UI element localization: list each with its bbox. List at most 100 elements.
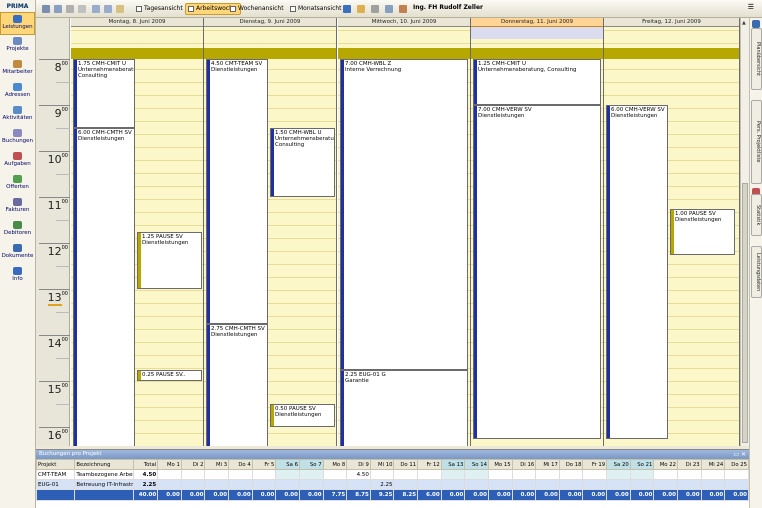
settings-icon[interactable]	[371, 5, 379, 13]
appointment[interactable]: 1.75 CMH-CMIT UUnternehmensberatung, Con…	[73, 59, 135, 128]
sidebar-item-dokumente[interactable]: Dokumente	[0, 242, 35, 265]
sidebar-item-projekte[interactable]: Projekte	[0, 35, 35, 58]
column-header[interactable]: Di 23	[676, 459, 702, 470]
day-header[interactable]: Montag, 8. Juni 2009	[71, 18, 203, 27]
column-header[interactable]: Sa 20	[606, 459, 631, 470]
column-header[interactable]: Di 16	[511, 459, 537, 470]
appointment[interactable]: 4.50 CMT-TEAM SV Dienstleistungen	[206, 59, 268, 324]
table-cell	[298, 469, 324, 480]
column-header[interactable]: Mi 3	[204, 459, 230, 470]
scroll-up-icon[interactable]: ▲	[742, 20, 746, 26]
appointment[interactable]: 1.50 CMH-WBL UUnternehmensberatung, Cons…	[270, 128, 335, 197]
copy-icon[interactable]	[54, 5, 62, 13]
appointment[interactable]: 0.25 PAUSE SV..	[137, 369, 202, 381]
column-header[interactable]: Mo 1	[157, 459, 182, 470]
column-header[interactable]: Di 2	[180, 459, 206, 470]
column-header[interactable]: Fr 19	[582, 459, 608, 470]
column-header[interactable]: Do 4	[228, 459, 253, 470]
appointment[interactable]: 6.00 CMH-VERW SV Dienstleistungen	[606, 105, 668, 439]
appointment-description: Unternehmensberatung, Consulting	[275, 136, 334, 149]
user-icon[interactable]	[399, 5, 407, 13]
sidebar-item-debitoren[interactable]: Debitoren	[0, 219, 35, 242]
scrollbar-thumb[interactable]	[742, 183, 748, 443]
day-header[interactable]: Mittwoch, 10. Juni 2009	[338, 18, 470, 27]
right-tab-statistik[interactable]: Statistik	[751, 194, 762, 236]
sidebar-item-mitarbeiter[interactable]: Mitarbeiter	[0, 58, 35, 81]
day-column-1[interactable]: Dienstag, 9. Juni 2009 4.50 CMT-TEAM SV Di…	[204, 18, 337, 446]
column-header[interactable]: Do 11	[393, 459, 419, 470]
plan-icon[interactable]	[752, 20, 760, 28]
column-header[interactable]: Mi 17	[535, 459, 560, 470]
day-header[interactable]: Dienstag, 9. Juni 2009	[204, 18, 336, 27]
column-header[interactable]: Fr 12	[417, 459, 442, 470]
appointment[interactable]: 2.25 EUG-01 G Garantie	[340, 369, 468, 446]
print-icon[interactable]	[116, 5, 124, 13]
right-tab-pers-projektliste[interactable]: Pers. Projektliste	[751, 100, 762, 184]
sidebar-item-label: Offerten	[6, 184, 29, 190]
sidebar-item-offerten[interactable]: Offerten	[0, 173, 35, 196]
appointment[interactable]: 0.50 PAUSE SV Dienstleistungen	[270, 404, 335, 427]
appointment[interactable]: 7.00 CMH-VERW SV Dienstleistungen	[473, 105, 601, 439]
sidebar-item-aufgaben[interactable]: Aufgaben	[0, 150, 35, 173]
column-header[interactable]: Sa 6	[275, 459, 300, 470]
refresh-icon[interactable]	[357, 5, 365, 13]
appointment[interactable]: 7.00 CMH-WBL Z Interne Verrechnung	[340, 59, 468, 370]
column-header[interactable]: Do 18	[558, 459, 584, 470]
column-header[interactable]: Fr 5	[251, 459, 277, 470]
appointment[interactable]: 1.00 PAUSE SV Dienstleistungen	[670, 208, 735, 255]
column-header[interactable]: Mo 8	[322, 459, 348, 470]
view-wochenansicht-button[interactable]: Wochenansicht	[227, 3, 288, 15]
table-row[interactable]: CMT-TEAMTeambezogene Arbeiten d...4.504.…	[35, 469, 749, 480]
appointment[interactable]: 1.25 PAUSE SV Dienstleistungen	[137, 231, 202, 289]
day-column-4[interactable]: Freitag, 12. Juni 2009 6.00 CMH-VERW SV Di…	[604, 18, 740, 446]
appointment[interactable]: 1.25 CMH-CMIT U Unternehmensberatung, Con…	[473, 59, 601, 105]
column-header[interactable]: Mo 15	[487, 459, 513, 470]
right-tab-leistungsdaten[interactable]: Leistungsdaten	[751, 246, 762, 298]
menu-icon[interactable]: ☰	[748, 3, 754, 11]
sidebar-item-info[interactable]: Info	[0, 265, 35, 288]
day-column-2[interactable]: Mittwoch, 10. Juni 2009 7.00 CMH-WBL Z Int…	[338, 18, 471, 446]
sidebar-item-aktivitaten[interactable]: Aktivitäten	[0, 104, 35, 127]
column-header[interactable]: Mo 22	[653, 459, 678, 470]
calendar-icon[interactable]	[343, 5, 351, 13]
appointment[interactable]: 6.00 CMH-CMTH SV Dienstleistungen	[73, 128, 135, 446]
find-icon[interactable]	[104, 5, 112, 13]
table-cell	[582, 479, 608, 490]
day-header[interactable]: Donnerstag, 11. Juni 2009	[471, 18, 603, 27]
calendar-scrollbar[interactable]: ▲	[740, 18, 749, 446]
column-header[interactable]: Total	[132, 459, 159, 470]
panel-title: Buchungen pro Projekt ▭ ✕	[36, 450, 749, 459]
table-row[interactable]: EUG-01Betreuung IT-Infrastruktur2.252.25	[35, 479, 749, 490]
day-header[interactable]: Freitag, 12. Juni 2009	[604, 18, 739, 27]
sidebar-item-leistungen[interactable]: Leistungen	[0, 12, 35, 35]
day-column-0[interactable]: Montag, 8. Juni 2009 1.75 CMH-CMIT U Unter…	[71, 18, 204, 446]
column-header[interactable]: Do 25	[724, 459, 749, 470]
appointment[interactable]: 2.75 CMH-CMTH SV Dienstleistungen	[206, 323, 268, 446]
column-header[interactable]: Mi 10	[369, 459, 395, 470]
delete-icon[interactable]	[78, 5, 86, 13]
column-header[interactable]: Projekt	[35, 459, 76, 470]
search-icon[interactable]	[92, 5, 100, 13]
column-header[interactable]: Mi 24	[700, 459, 726, 470]
view-monatsansicht-button[interactable]: Monatsansicht	[287, 3, 346, 15]
appointment-description: Dienstleistungen	[78, 136, 125, 143]
column-header[interactable]: So 14	[464, 459, 489, 470]
table-cell	[393, 479, 419, 490]
column-header[interactable]: Sa 13	[440, 459, 466, 470]
day-column-3[interactable]: Donnerstag, 11. Juni 2009 1.25 CMH-CMIT U…	[471, 18, 604, 446]
sidebar-item-adressen[interactable]: Adressen	[0, 81, 35, 104]
sidebar-item-buchungen[interactable]: Buchungen	[0, 127, 35, 150]
export-icon[interactable]	[385, 5, 393, 13]
column-header[interactable]: Bezeichnung	[74, 459, 134, 470]
column-header[interactable]: So 7	[298, 459, 324, 470]
total-cell: 0.00	[440, 489, 466, 501]
sidebar-item-fakturen[interactable]: Fakturen	[0, 196, 35, 219]
edit-icon[interactable]	[42, 5, 50, 13]
view-tagesansicht-button[interactable]: Tagesansicht	[133, 3, 187, 15]
table-cell	[417, 479, 442, 490]
right-tab-planubersicht[interactable]: Planübersicht	[751, 28, 762, 90]
panel-controls[interactable]: ▭ ✕	[733, 450, 746, 459]
column-header[interactable]: Di 9	[346, 459, 371, 470]
paste-icon[interactable]	[66, 5, 74, 13]
column-header[interactable]: So 21	[629, 459, 655, 470]
